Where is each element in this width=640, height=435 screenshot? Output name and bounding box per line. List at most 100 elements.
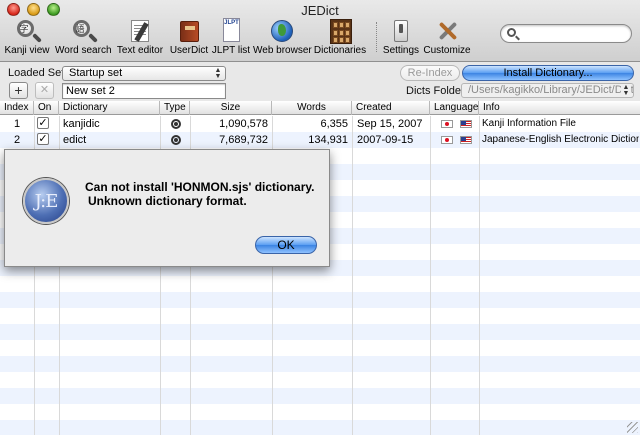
- cell-created: Sep 15, 2007: [357, 118, 423, 130]
- toolbar-label: JLPT list: [211, 45, 251, 56]
- user-dict-icon: [176, 18, 202, 44]
- empty-table-row: [0, 308, 640, 324]
- column-divider: [430, 116, 431, 435]
- column-header-dictionary[interactable]: Dictionary: [59, 101, 160, 115]
- toolbar-dictionaries[interactable]: Dictionaries: [313, 18, 367, 60]
- toolbar-label: Text editor: [116, 45, 164, 56]
- search-input[interactable]: [521, 27, 625, 40]
- toolbar-jlpt-list[interactable]: JLPT JLPT list: [211, 18, 251, 60]
- cell-words: 134,931: [308, 134, 348, 146]
- alert-sheet: J:E Can not install 'HONMON.sjs' diction…: [4, 149, 330, 267]
- empty-table-row: [0, 340, 640, 356]
- column-divider: [479, 116, 480, 435]
- enabled-checkbox[interactable]: ✓: [37, 117, 49, 129]
- empty-table-row: [0, 356, 640, 372]
- table-header: Index On Dictionary Type Size Words Crea…: [0, 101, 640, 115]
- popup-arrows-icon: ▲ ▼: [621, 84, 631, 97]
- column-header-size[interactable]: Size: [190, 101, 272, 115]
- table-row[interactable]: 2 ✓ edict 7,689,732 134,931 2007-09-15 J…: [0, 132, 640, 148]
- column-header-info[interactable]: Info: [479, 101, 640, 115]
- toolbar-user-dict[interactable]: UserDict: [169, 18, 209, 60]
- enabled-checkbox[interactable]: ✓: [37, 133, 49, 145]
- column-header-created[interactable]: Created: [352, 101, 430, 115]
- column-header-index[interactable]: Index: [0, 101, 34, 115]
- remove-set-button[interactable]: ✕: [35, 82, 54, 99]
- alert-message-line: Unknown dictionary format.: [88, 194, 247, 208]
- window-title: JEDict: [301, 3, 339, 18]
- table-row[interactable]: 1 ✓ kanjidic 1,090,578 6,355 Sep 15, 200…: [0, 116, 640, 132]
- search-field[interactable]: [500, 24, 632, 43]
- japan-flag-icon: [441, 136, 453, 144]
- cell-index: 2: [13, 134, 21, 146]
- cell-size: 7,689,732: [219, 134, 268, 146]
- cell-size: 1,090,578: [219, 118, 268, 130]
- toolbar-customize[interactable]: Customize: [423, 18, 471, 60]
- toolbar-text-editor[interactable]: Text editor: [114, 18, 166, 60]
- cell-info: Kanji Information File: [482, 118, 576, 129]
- column-header-words[interactable]: Words: [272, 101, 352, 115]
- text-editor-icon: [127, 18, 153, 44]
- resize-grip-icon[interactable]: [627, 422, 638, 433]
- column-header-on[interactable]: On: [34, 101, 59, 115]
- empty-table-row: [0, 292, 640, 308]
- toolbar-kanji-view[interactable]: 字 Kanji view: [2, 18, 52, 60]
- toolbar-label: Dictionaries: [313, 45, 367, 56]
- cell-created: 2007-09-15: [357, 134, 414, 146]
- loaded-set-label: Loaded Set: [8, 67, 65, 79]
- dictionaries-icon: [327, 18, 353, 44]
- cell-info: Japanese-English Electronic Dictionary: [482, 134, 639, 145]
- settings-icon: [388, 18, 414, 44]
- jedict-window: JEDict 字 Kanji view 語 Word search Text e…: [0, 0, 640, 435]
- toolbar-word-search[interactable]: 語 Word search: [55, 18, 112, 60]
- empty-table-row: [0, 404, 640, 420]
- toolbar-label: Kanji view: [4, 45, 50, 56]
- empty-table-row: [0, 324, 640, 340]
- empty-table-row: [0, 388, 640, 404]
- toolbar-web-browser[interactable]: Web browser: [253, 18, 312, 60]
- dictionary-type-icon: [171, 135, 181, 145]
- loaded-set-value: Startup set: [69, 67, 123, 79]
- toolbar-label: Settings: [382, 45, 420, 56]
- cell-dictionary: kanjidic: [63, 118, 100, 130]
- column-header-type[interactable]: Type: [160, 101, 190, 115]
- toolbar-separator: [376, 22, 377, 52]
- install-dictionary-button[interactable]: Install Dictionary...: [462, 65, 634, 81]
- alert-message-line: Can not install 'HONMON.sjs' dictionary.: [85, 180, 315, 194]
- reindex-button[interactable]: Re-Index: [400, 65, 460, 81]
- window-chrome: JEDict 字 Kanji view 語 Word search Text e…: [0, 0, 640, 62]
- search-icon: [507, 28, 516, 37]
- dicts-folder-value: /Users/kagikko/Library/JEDict/Dict: [468, 84, 634, 96]
- toolbar-label: Customize: [423, 45, 471, 56]
- cell-dictionary: edict: [63, 134, 87, 146]
- popup-arrows-icon: ▲ ▼: [214, 67, 222, 80]
- toolbar-label: Word search: [55, 45, 112, 56]
- ok-button[interactable]: OK: [255, 236, 317, 254]
- column-header-language[interactable]: Language: [430, 101, 479, 115]
- toolbar-label: Web browser: [253, 45, 312, 56]
- cell-words: 6,355: [320, 118, 348, 130]
- app-logo-icon: J:E: [23, 178, 69, 224]
- empty-table-row: [0, 420, 640, 435]
- column-divider: [352, 116, 353, 435]
- dicts-folder-label: Dicts Folder: [406, 85, 465, 97]
- word-search-icon: 語: [70, 18, 96, 44]
- japan-flag-icon: [441, 120, 453, 128]
- empty-table-row: [0, 372, 640, 388]
- web-browser-icon: [268, 18, 294, 44]
- cell-index: 1: [13, 118, 21, 130]
- us-flag-icon: [460, 136, 472, 144]
- us-flag-icon: [460, 120, 472, 128]
- add-set-button[interactable]: +: [9, 82, 28, 99]
- toolbar-settings[interactable]: Settings: [382, 18, 420, 60]
- set-name-field[interactable]: [62, 83, 226, 99]
- dictionary-type-icon: [171, 119, 181, 129]
- loaded-set-popup[interactable]: Startup set ▲ ▼: [62, 66, 226, 81]
- customize-icon: [434, 18, 460, 44]
- empty-table-row: [0, 276, 640, 292]
- title-bar: JEDict: [0, 0, 640, 20]
- jlpt-list-icon: JLPT: [218, 18, 244, 44]
- dicts-folder-popup[interactable]: /Users/kagikko/Library/JEDict/Dict ▲ ▼: [461, 83, 634, 98]
- kanji-view-icon: 字: [14, 18, 40, 44]
- toolbar-label: UserDict: [169, 45, 209, 56]
- alert-message: Can not install 'HONMON.sjs' dictionary.…: [85, 180, 323, 208]
